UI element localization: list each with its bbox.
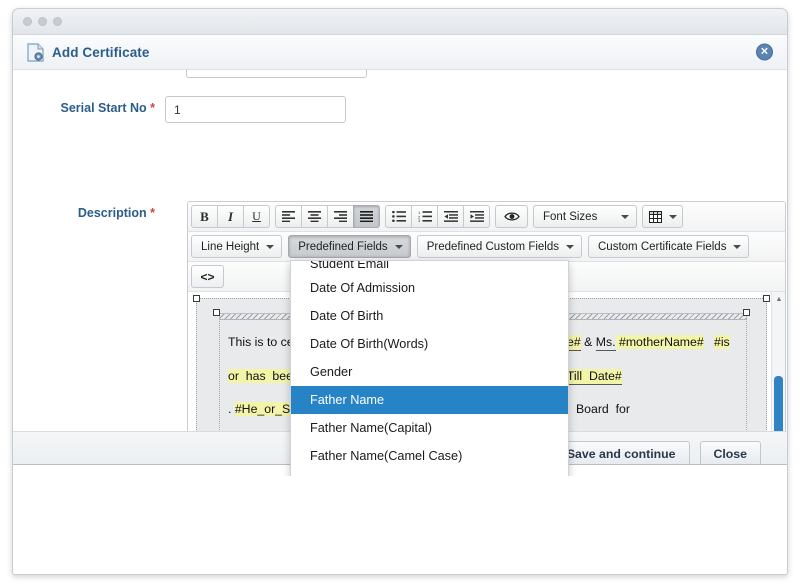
custom-certificate-fields-dropdown[interactable]: Custom Certificate Fields [588,235,750,258]
document-gear-icon [27,42,44,62]
editor-toolbar-row-2: Line Height Predefined Fields Predefined… [188,232,785,262]
source-code-icon[interactable]: <> [191,265,224,288]
page-blank-area [13,464,787,574]
menu-item-gender[interactable]: Gender [291,358,568,386]
editor-toolbar-row-1: B I U 1 2 3 Font Sizes [188,202,785,232]
scroll-up-icon[interactable]: ▲ [772,292,785,306]
serial-start-no-input[interactable] [165,96,346,123]
table-resize-handle-tr[interactable] [763,295,770,302]
serial-start-no-label: Serial Start No * [60,101,156,115]
outdent-icon[interactable] [437,205,464,228]
table-resize-handle-tl[interactable] [193,295,200,302]
browser-window: Add Certificate ✕ Serial Start No * Desc… [12,8,788,575]
menu-item-father-photo[interactable]: Father Photo [291,470,568,476]
page-title: Add Certificate [52,44,150,60]
table-group [642,205,683,228]
preview-group [495,205,528,228]
menu-item-date-of-birth-words[interactable]: Date Of Birth(Words) [291,330,568,358]
window-dot-close[interactable] [23,17,32,26]
font-sizes-group: Font Sizes [533,205,637,228]
chevron-down-icon [669,214,677,219]
alignment-group [275,205,380,228]
indent-icon[interactable] [463,205,490,228]
required-marker: * [150,206,155,220]
svg-text:3: 3 [418,218,421,222]
menu-item-date-of-birth[interactable]: Date Of Birth [291,302,568,330]
window-titlebar [13,9,787,35]
chevron-down-icon [621,214,629,219]
line-height-dropdown[interactable]: Line Height [191,235,283,258]
description-label: Description * [77,206,155,220]
menu-item-father-name-camel-case[interactable]: Father Name(Camel Case) [291,442,568,470]
text-style-group: B I U [191,205,270,228]
align-center-icon[interactable] [301,205,328,228]
clipped-field-above[interactable] [186,70,367,78]
serial-start-no-row: Serial Start No * [13,96,346,123]
menu-item-student-email[interactable]: Student Email [291,261,568,274]
bullet-list-icon[interactable] [385,205,412,228]
description-row: Description * [13,201,165,220]
window-dot-maximize[interactable] [53,17,62,26]
align-left-icon[interactable] [275,205,302,228]
required-marker: * [150,101,155,115]
modal-header: Add Certificate ✕ [13,35,787,70]
predefined-fields-dropdown[interactable]: Predefined Fields [288,235,411,258]
list-indent-group: 1 2 3 [385,205,490,228]
numbered-list-icon[interactable]: 1 2 3 [411,205,438,228]
predefined-fields-group: Predefined Fields [288,235,411,258]
menu-item-father-name-capital[interactable]: Father Name(Capital) [291,414,568,442]
line-height-group: Line Height [191,235,283,258]
table-icon[interactable] [642,205,683,228]
source-code-group: <> [191,265,224,288]
table-resize-handle-inner-tr[interactable] [743,309,750,316]
font-sizes-dropdown[interactable]: Font Sizes [533,205,637,228]
menu-item-father-name[interactable]: Father Name [291,386,568,414]
chevron-down-icon [733,244,742,249]
custom-certificate-fields-group: Custom Certificate Fields [588,235,750,258]
chevron-down-icon [266,244,275,249]
predefined-custom-fields-dropdown[interactable]: Predefined Custom Fields [416,235,582,258]
eye-icon[interactable] [495,205,528,228]
menu-item-date-of-admission[interactable]: Date Of Admission [291,274,568,302]
chevron-down-icon [566,244,574,249]
modal-body: Serial Start No * Description * B I [13,70,787,476]
align-justify-icon[interactable] [353,205,380,228]
align-right-icon[interactable] [327,205,354,228]
bold-button[interactable]: B [191,205,218,228]
font-sizes-label: Font Sizes [543,210,598,223]
close-icon[interactable]: ✕ [756,43,773,61]
italic-button[interactable]: I [217,205,244,228]
table-resize-handle-inner-tl[interactable] [213,309,220,316]
underline-button[interactable]: U [243,205,270,228]
window-dot-minimize[interactable] [38,17,47,26]
screenshot-root: Add Certificate ✕ Serial Start No * Desc… [0,0,800,587]
predefined-fields-menu[interactable]: Student Email Date Of Admission Date Of … [290,260,569,476]
chevron-down-icon [394,244,403,249]
predefined-custom-fields-group: Predefined Custom Fields [416,235,582,258]
